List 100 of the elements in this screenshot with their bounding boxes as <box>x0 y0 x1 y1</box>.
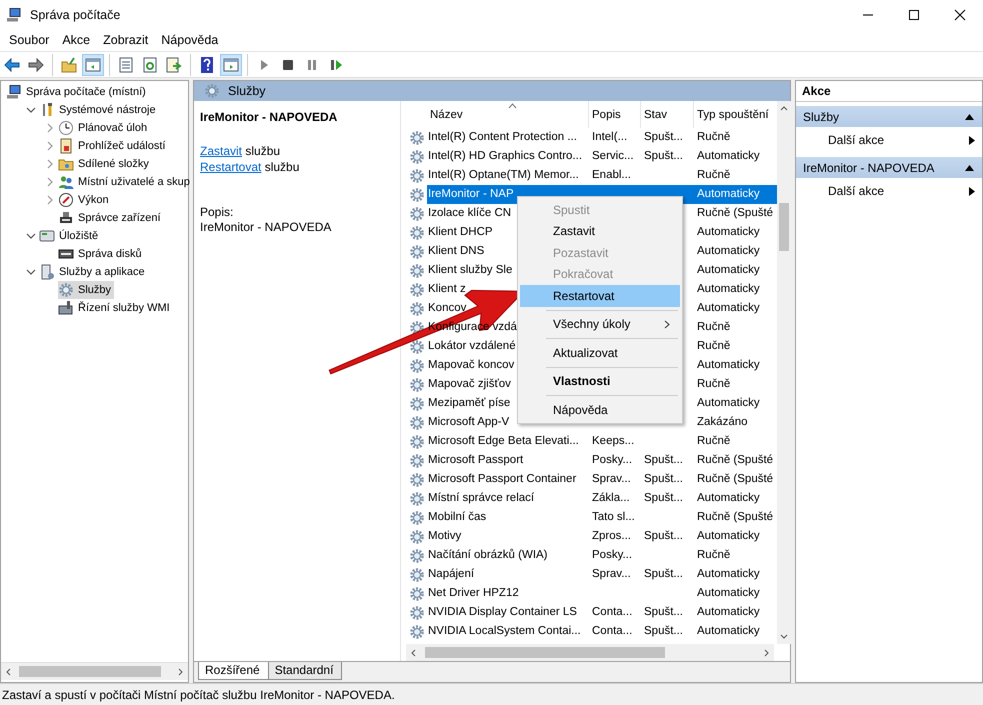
view-tab[interactable]: Standardní <box>268 662 342 680</box>
table-cell: Spušt... <box>644 492 683 504</box>
table-row[interactable]: Net Driver HPZ12 Automaticky <box>427 584 777 603</box>
gear-icon <box>409 320 425 336</box>
gear-icon <box>58 282 74 298</box>
table-row[interactable]: NVIDIA Display Container LS Conta... Spušt... Automaticky <box>427 603 777 622</box>
table-cell: NVIDIA LocalSystem Contai... <box>428 625 581 637</box>
table-cell: Zpros... <box>592 530 631 542</box>
table-row[interactable]: Napájení Sprav... Spušt... Automaticky <box>427 565 777 584</box>
table-cell: Spušt... <box>644 606 683 618</box>
table-row[interactable]: Microsoft Passport Posky... Spušt... Ručně (Spušté <box>427 451 777 470</box>
gear-icon <box>409 168 425 184</box>
gear-icon <box>204 83 220 99</box>
view-tab[interactable]: Rozšířené <box>198 662 269 680</box>
menu-item[interactable]: Restartovat <box>520 285 680 306</box>
table-cell: Ručně (Spušté <box>697 511 774 523</box>
table-cell: Keeps... <box>592 435 634 447</box>
table-cell: Automaticky <box>697 492 760 504</box>
window-title: Správa počítače <box>30 8 122 22</box>
device-icon <box>58 210 74 226</box>
table-row[interactable]: Intel(R) Content Protection ... Intel(... Spušt... Ručně <box>427 128 777 147</box>
gear-icon <box>409 130 425 146</box>
gear-icon <box>409 414 425 430</box>
gear-icon <box>409 624 425 640</box>
table-row[interactable]: Microsoft Edge Beta Elevati... Keeps... Ručně <box>427 432 777 451</box>
gear-icon <box>409 338 425 354</box>
status-text: Zastaví a spustí v počítači Místní počítač službu IreMonitor - NAPOVEDA. <box>2 688 395 702</box>
table-row[interactable]: Mobilní čas Tato sl... Ručně (Spušté <box>427 508 777 527</box>
tree-item[interactable]: Plánovač úloh <box>58 119 150 137</box>
action-text: Zastavit službu <box>200 143 282 159</box>
menu-item[interactable]: Zobrazit <box>96 33 154 47</box>
tree-item[interactable]: Řízení služby WMI <box>58 299 173 317</box>
menu-item[interactable]: Aktualizovat <box>520 342 680 364</box>
scroll-thumb[interactable] <box>425 647 665 658</box>
table-cell: Spušt... <box>644 473 683 485</box>
table-row[interactable]: Intel(R) HD Graphics Contro... Servic... Spušt... Automaticky <box>427 147 777 166</box>
table-cell: Microsoft Passport Container <box>428 473 576 485</box>
tree-item[interactable]: Správa počítače (místní) <box>6 83 149 101</box>
toolbar-button[interactable] <box>220 54 242 76</box>
gauge-icon <box>58 192 74 208</box>
menu-item[interactable]: Nápověda <box>154 33 224 47</box>
tree-item[interactable]: Systémové nástroje <box>39 101 159 119</box>
tree-item[interactable]: Správce zařízení <box>58 209 164 227</box>
column-header[interactable]: Popis <box>589 101 641 128</box>
action-item[interactable]: Další akce <box>796 127 982 153</box>
menu-item[interactable]: Akce <box>55 33 96 47</box>
table-row[interactable]: Místní správce relací Zákla... Spušt... Automaticky <box>427 489 777 508</box>
chevron-icon <box>780 105 788 113</box>
column-header[interactable]: Stav <box>641 101 694 128</box>
horizontal-scrollbar[interactable] <box>1 662 188 680</box>
vertical-scrollbar[interactable] <box>777 101 791 644</box>
arrow-icon <box>969 136 975 144</box>
section-header[interactable]: Služby <box>796 106 982 127</box>
refresh-icon <box>141 56 159 74</box>
table-row[interactable]: Microsoft Passport Container Sprav... Spušt... Ručně (Spušté <box>427 470 777 489</box>
tree-item[interactable]: Prohlížeč událostí <box>58 137 168 155</box>
table-cell: Napájení <box>428 568 474 580</box>
menu-item[interactable]: Nápověda <box>520 399 680 420</box>
collapse-icon[interactable] <box>965 114 974 120</box>
table-cell: Sprav... <box>592 473 631 485</box>
gear-icon <box>409 586 425 602</box>
column-header[interactable]: Typ spouštění <box>694 101 777 128</box>
section-header[interactable]: IreMonitor - NAPOVEDA <box>796 157 982 178</box>
scroll-thumb[interactable] <box>779 203 789 251</box>
tree-item[interactable]: Služby <box>58 281 114 299</box>
tree-item[interactable]: Sdílené složky <box>58 155 152 173</box>
toolbox-icon <box>58 300 74 316</box>
column-header[interactable]: Název <box>427 101 589 128</box>
panel-icon <box>84 56 102 74</box>
menu-item[interactable]: Zastavit <box>520 220 680 242</box>
toolbar-button[interactable] <box>82 54 104 76</box>
table-row[interactable]: Načítání obrázků (WIA) Posky... Ručně <box>427 546 777 565</box>
tree-item[interactable]: Místní uživatelé a skup <box>58 173 193 191</box>
horizontal-scrollbar[interactable] <box>406 644 774 661</box>
table-cell: Sprav... <box>592 568 631 580</box>
scroll-thumb[interactable] <box>19 666 161 677</box>
table-row[interactable]: Motivy Zpros... Spušt... Automaticky <box>427 527 777 546</box>
table-cell: Ručně <box>697 131 730 143</box>
clock-icon <box>58 120 74 136</box>
menu-item[interactable]: Soubor <box>2 33 56 47</box>
table-cell: Spušt... <box>644 131 683 143</box>
document-icon <box>117 56 135 74</box>
collapse-icon[interactable] <box>965 164 974 170</box>
tree-item[interactable]: Služby a aplikace <box>39 263 148 281</box>
table-cell: Automaticky <box>697 568 760 580</box>
tree-item[interactable]: Správa disků <box>58 245 145 263</box>
tree-item[interactable]: Výkon <box>58 191 112 209</box>
table-cell: Intel(R) HD Graphics Contro... <box>428 150 582 162</box>
action-link[interactable]: Restartovat <box>200 160 262 174</box>
table-cell: Mobilní čas <box>428 511 486 523</box>
menu-item[interactable]: Vlastnosti <box>520 370 680 392</box>
action-link[interactable]: Zastavit <box>200 144 242 158</box>
table-cell: Posky... <box>592 454 632 466</box>
action-item[interactable]: Další akce <box>796 178 982 204</box>
table-row[interactable]: NVIDIA LocalSystem Contai... Conta... Spušt... Automaticky <box>427 622 777 641</box>
tree-item[interactable]: Úložiště <box>39 227 102 245</box>
table-row[interactable]: Intel(R) Optane(TM) Memor... Enabl... Ručně <box>427 166 777 185</box>
menu-item[interactable]: Všechny úkoly <box>520 314 680 335</box>
table-cell: IreMonitor - NAP <box>428 188 514 200</box>
server-icon <box>39 264 55 280</box>
